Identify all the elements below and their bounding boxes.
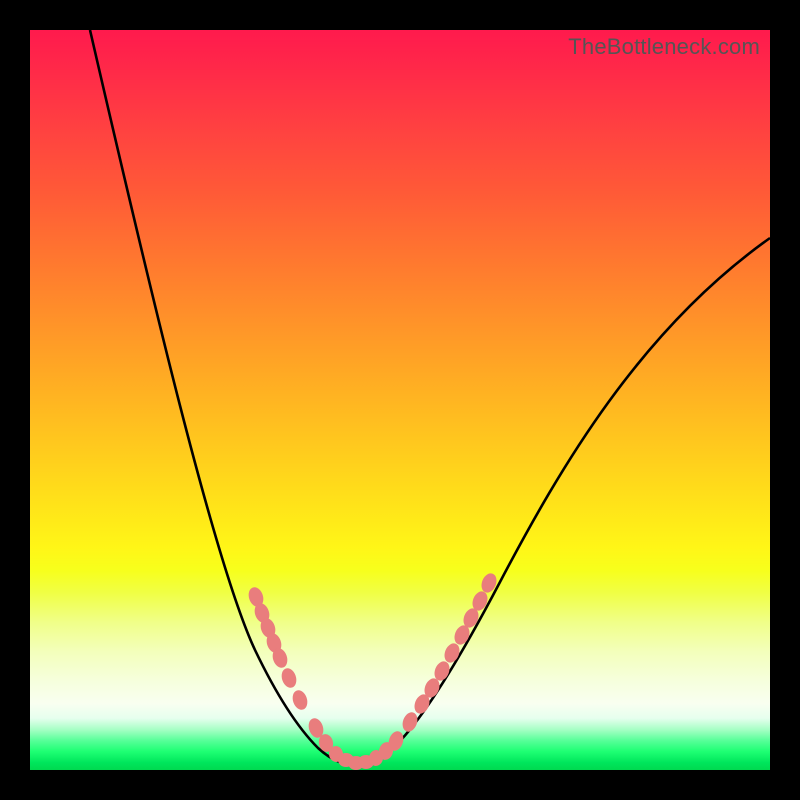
curve-marker [279,666,298,689]
curve-marker [290,688,309,711]
curve-marker [442,641,462,665]
chart-svg [30,30,770,770]
curve-layer [90,30,770,765]
markers-layer [246,571,499,770]
plot-area: TheBottleneck.com [30,30,770,770]
curve-marker [400,710,420,734]
chart-frame: TheBottleneck.com [0,0,800,800]
bottleneck-curve [90,30,770,765]
